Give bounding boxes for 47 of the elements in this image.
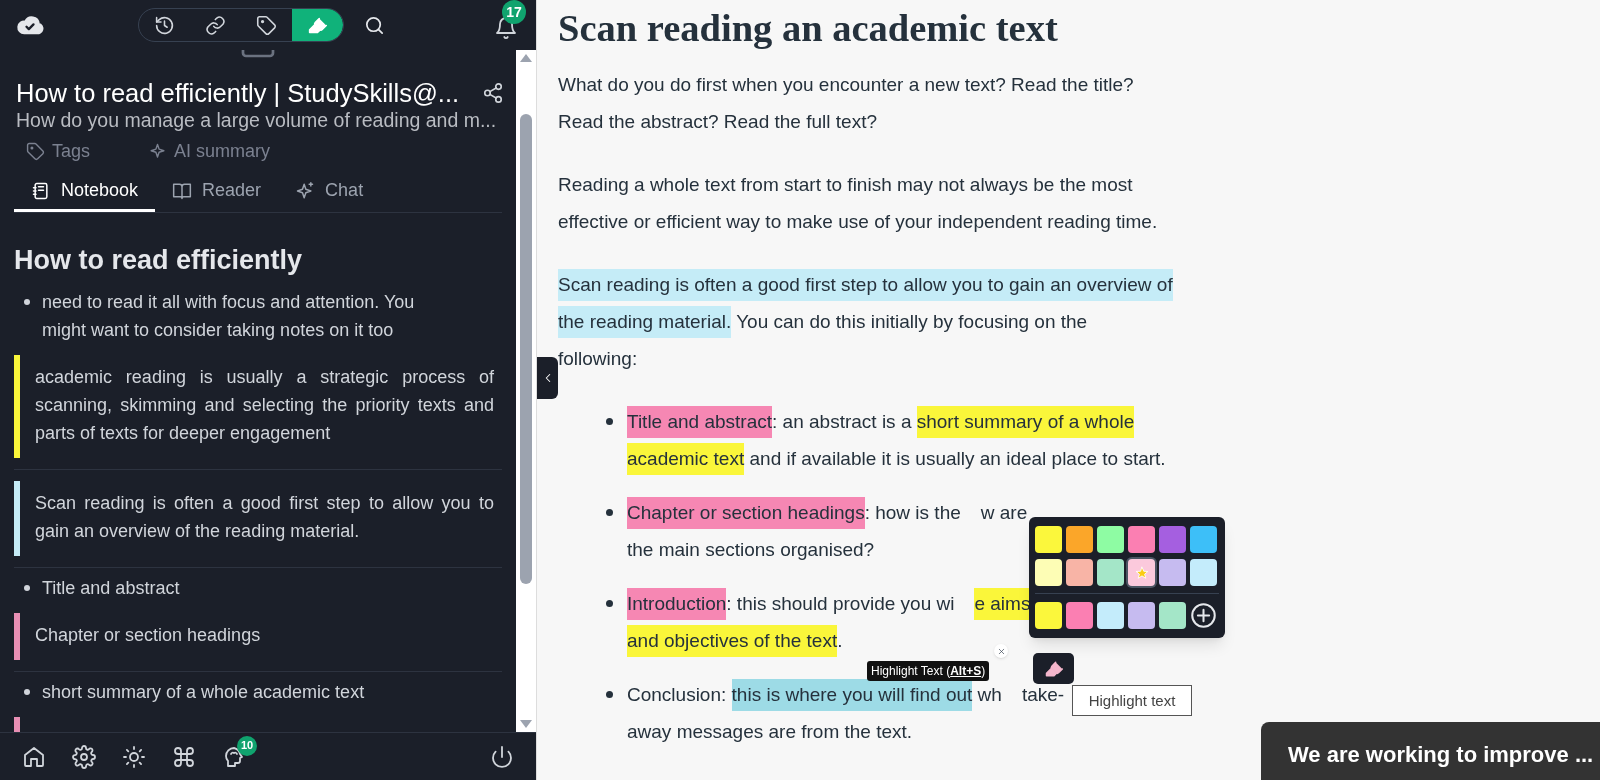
highlighted-text: Introduction <box>627 587 727 620</box>
body-text: w are <box>980 500 1028 525</box>
body-text: Read the abstract? Read the full text? <box>558 109 877 134</box>
body-text: What do you do first when you encounter a new text? Read the title? <box>558 72 1134 97</box>
notification-badge: 10 <box>237 735 257 756</box>
document-subtitle: How do you manage a large volume of reading and m... <box>16 108 498 132</box>
note-text: Chapter or section headings <box>35 624 261 647</box>
body-text: following: <box>558 346 638 371</box>
notebook-heading: How to read efficiently <box>14 245 304 275</box>
highlighted-text: Chapter or section headings <box>627 496 865 529</box>
body-text: and if available it is usually an ideal place to start. <box>748 446 1166 471</box>
body-text: Reading a whole text from start to finish may not always be the most <box>558 172 1133 197</box>
note-text: short summary of a whole academic text <box>42 681 366 704</box>
highlighted-text: and objectives of the text <box>627 624 838 657</box>
notification-badge: 17 <box>502 0 526 24</box>
tab[interactable]: Chat <box>278 172 381 212</box>
body-text: the main sections organised? <box>627 537 875 562</box>
ai-summary-button[interactable]: AI summary <box>148 137 271 165</box>
body-text: : how is the <box>864 500 961 525</box>
body-text: . <box>837 628 843 653</box>
highlighted-text: Title and abstract <box>627 405 773 438</box>
highlighted-text: e aims <box>974 587 1031 620</box>
body-text: wh <box>976 682 1002 707</box>
body-text: : this should provide you wi <box>726 591 955 616</box>
highlighted-text: the reading material. <box>558 305 732 338</box>
body-text: : an abstract is a <box>772 409 913 434</box>
highlighted-text: this is where you will find out <box>731 678 973 711</box>
highlighted-text: short summary of a whole <box>916 405 1135 438</box>
highlighted-text: Scan reading is often a good first step to allow you to gain an overview of <box>558 268 1173 301</box>
note-text: Scan reading is often a good first step to allow you to gain an overview of the reading material. <box>35 492 494 543</box>
body-text: away messages are from the text. <box>627 719 913 744</box>
tab[interactable]: Reader <box>155 172 279 212</box>
highlighted-text: academic text <box>627 442 745 475</box>
article-heading: Scan reading an academic text <box>558 6 1059 50</box>
note-text: Title and abstract <box>42 577 181 600</box>
note-text: academic reading is usually a strategic process of scanning, skimming and selecting the priority texts and parts of texts for deeper engagement <box>35 366 494 445</box>
body-text: take- <box>1021 682 1065 707</box>
tooltip: Highlight text <box>1072 685 1192 716</box>
body-text: effective or efficient way to make use of your independent reading time. <box>558 209 1158 234</box>
note-text: need to read it all with focus and attention. You might want to consider taking notes on it too <box>42 291 416 342</box>
shortcut-tooltip: Highlight Text (Alt+S) <box>867 661 990 681</box>
document-title: How to read efficiently | StudySkills@... <box>16 78 460 108</box>
body-text: Conclusion: <box>627 682 728 707</box>
body-text: You can do this initially by focusing on the <box>735 309 1088 334</box>
tags-button[interactable]: Tags <box>26 137 91 165</box>
feedback-toast: We are working to improve ... <box>1261 722 1600 780</box>
tab[interactable]: Notebook <box>14 172 156 212</box>
